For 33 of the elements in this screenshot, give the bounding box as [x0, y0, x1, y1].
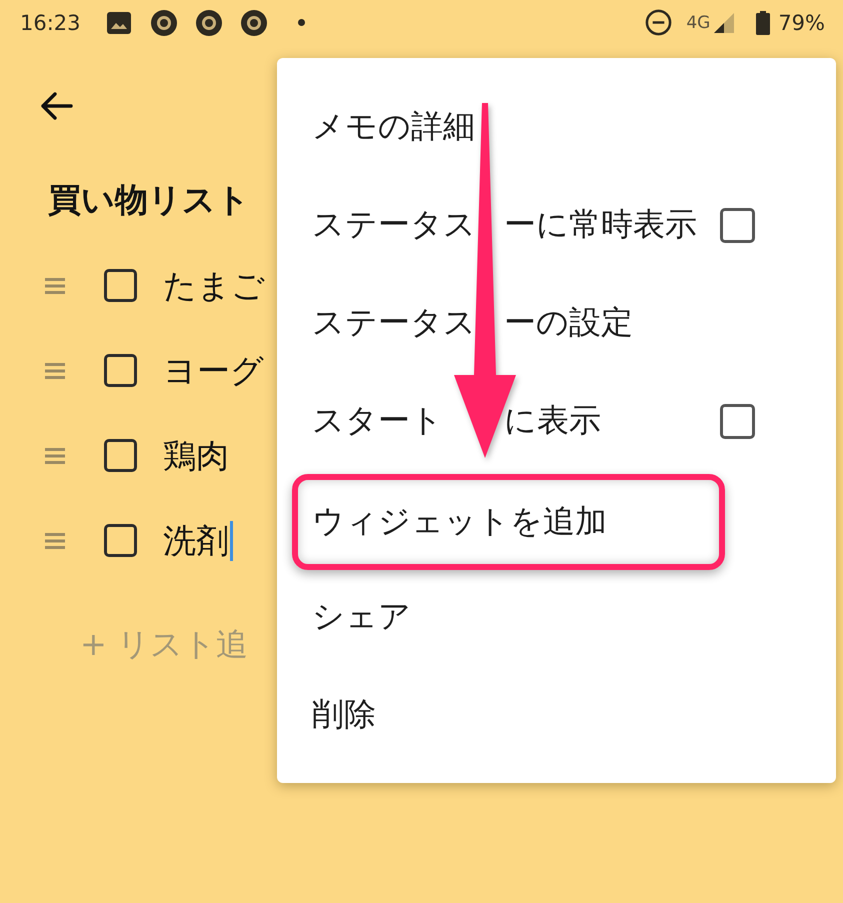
- list-item-text: 鶏肉: [163, 434, 229, 476]
- checkbox[interactable]: [104, 439, 137, 472]
- menu-item[interactable]: 削除: [277, 666, 836, 764]
- circle-emblem-icon: [150, 10, 177, 36]
- menu-item[interactable]: シェア: [277, 568, 836, 666]
- battery-percent: 79%: [778, 10, 825, 34]
- battery-icon: [756, 10, 770, 34]
- circle-emblem-icon: [196, 10, 222, 36]
- note-title: 買い物リスト: [48, 179, 250, 221]
- signal-icon: [714, 12, 734, 32]
- checkbox[interactable]: [720, 404, 755, 438]
- status-time: 16:23: [20, 10, 81, 34]
- checkbox[interactable]: [104, 354, 137, 387]
- menu-item[interactable]: ステータス ーの設定: [277, 274, 836, 372]
- list-item-text: ヨーグ: [163, 350, 264, 392]
- drag-handle-icon[interactable]: [45, 448, 65, 464]
- checkbox[interactable]: [720, 208, 755, 242]
- back-arrow-icon: [39, 91, 73, 121]
- drag-handle-icon[interactable]: [45, 362, 65, 378]
- list-item-text: たまご: [163, 264, 265, 306]
- drag-handle-icon[interactable]: [45, 532, 65, 548]
- list-item-text: 洗剤: [163, 520, 229, 562]
- network-type: 4G: [686, 12, 710, 32]
- checkbox[interactable]: [104, 269, 137, 302]
- back-button[interactable]: [39, 91, 73, 121]
- menu-item[interactable]: メモの詳細: [277, 78, 836, 176]
- circle-emblem-icon: [240, 10, 267, 36]
- drag-handle-icon[interactable]: [45, 278, 65, 294]
- image-icon: [106, 12, 131, 34]
- dot-icon: [298, 19, 305, 26]
- menu-item[interactable]: ウィジェットを追加: [292, 474, 725, 570]
- minus-circle-icon: [645, 9, 672, 36]
- checkbox[interactable]: [104, 524, 137, 557]
